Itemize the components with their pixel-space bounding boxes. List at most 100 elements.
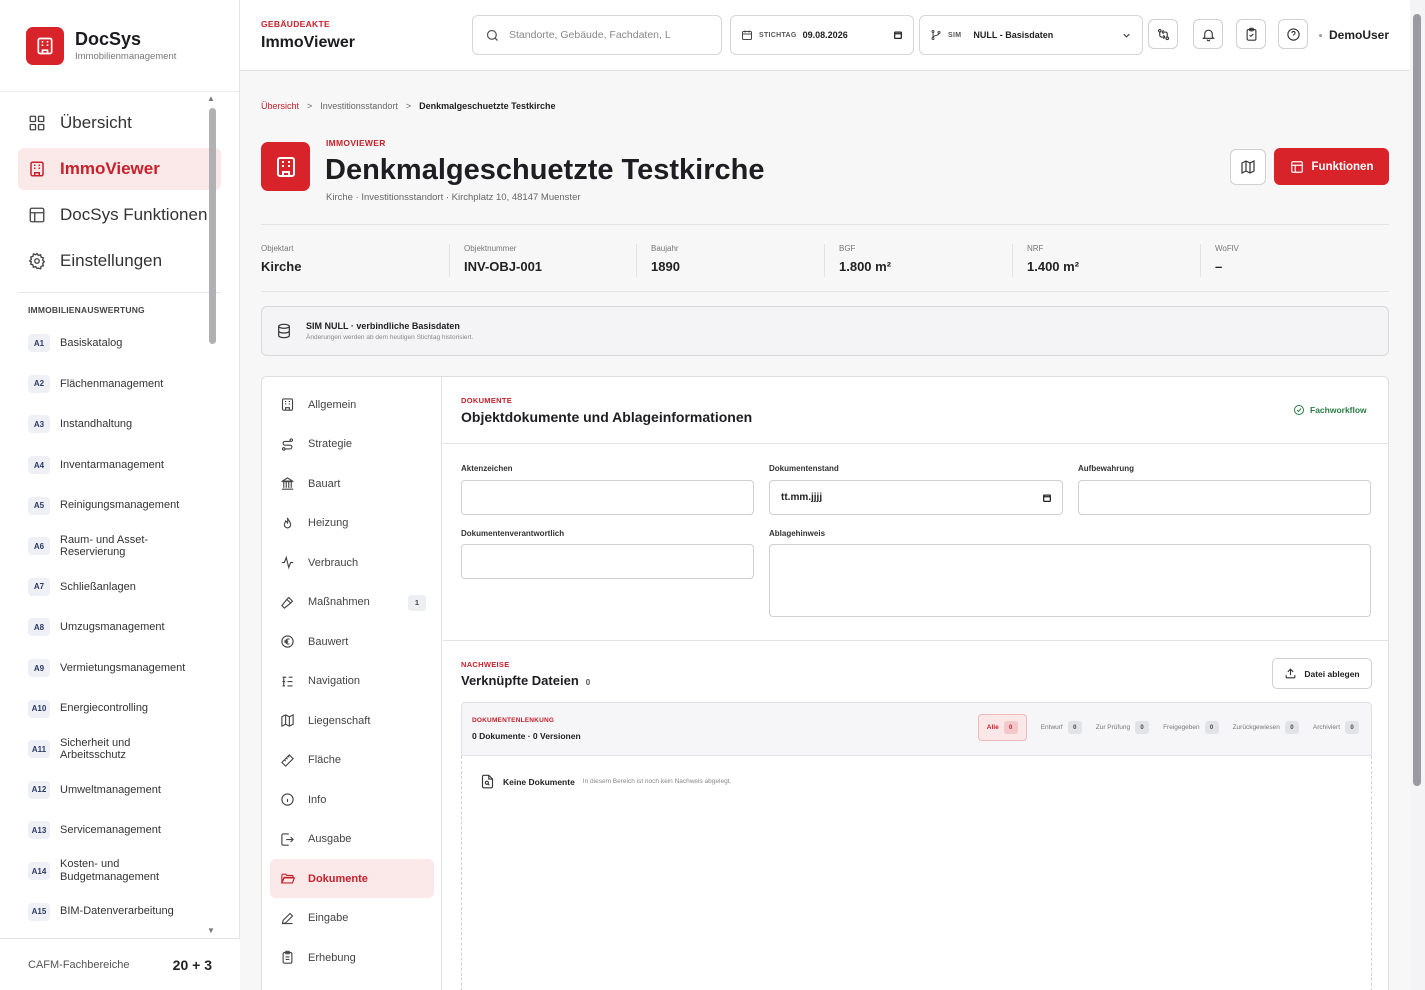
chevron-right-icon: > (405, 101, 412, 111)
tab-heizung[interactable]: Heizung (270, 504, 434, 543)
module-code-badge: A8 (28, 618, 50, 637)
module-item-a4[interactable]: A4 Inventarmanagement (28, 445, 239, 486)
file-drop-zone[interactable]: Keine Dokumente In diesem Bereich ist no… (461, 756, 1372, 990)
module-item-a10[interactable]: A10 Energiecontrolling (28, 688, 239, 729)
filter-freigegeben[interactable]: Freigegeben 0 (1163, 714, 1219, 741)
module-code-badge: A11 (28, 740, 50, 759)
breadcrumb-item[interactable]: Investitionsstandort (320, 101, 398, 111)
filter-archiviert[interactable]: Archiviert 0 (1313, 714, 1359, 741)
module-code-badge: A9 (28, 659, 50, 678)
tab-allgemein[interactable]: Allgemein (270, 385, 434, 424)
stichtag-picker[interactable]: STICHTAG 09.08.2026 (730, 15, 914, 55)
tab-navigation[interactable]: Navigation (270, 662, 434, 701)
sim-label: SIM (948, 31, 962, 39)
filter-zur-pruefung[interactable]: Zur Prüfung 0 (1096, 714, 1150, 741)
notice-subtitle: Änderungen werden ab dem heutigen Sticht… (306, 334, 474, 341)
module-item-a8[interactable]: A8 Umzugsmanagement (28, 607, 239, 648)
documents-title: Objektdokumente und Ablageinformationen (461, 409, 753, 425)
app-window: DocSys Immobilienmanagement Übersicht Im… (0, 0, 1425, 990)
tab-bauart[interactable]: Bauart (270, 464, 434, 503)
module-item-a12[interactable]: A12 Umweltmanagement (28, 770, 239, 811)
nav-item-uebersicht[interactable]: Übersicht (18, 102, 221, 144)
module-label: Raum- und Asset-Reservierung (60, 533, 149, 559)
filter-label: Freigegeben (1163, 724, 1200, 731)
flame-icon (283, 517, 292, 528)
filter-count: 0 (1345, 721, 1359, 734)
map-button[interactable] (1230, 149, 1266, 185)
brand[interactable]: DocSys Immobilienmanagement (0, 0, 239, 92)
nav-item-einstellungen[interactable]: Einstellungen (18, 240, 221, 282)
verantwortlich-field[interactable] (461, 544, 754, 579)
page-scrollbar[interactable] (1413, 14, 1421, 786)
nav-item-immoviewer[interactable]: ImmoViewer (18, 148, 221, 190)
help-button[interactable] (1278, 19, 1308, 49)
divider (449, 244, 450, 277)
module-item-a14[interactable]: A14 Kosten- und Budgetmanagement (28, 851, 239, 892)
filter-count: 0 (1003, 721, 1018, 734)
tab-ausgabe[interactable]: Ausgabe (270, 820, 434, 859)
upload-file-button[interactable]: Datei ablegen (1272, 658, 1372, 689)
module-item-a6[interactable]: A6 Raum- und Asset-Reservierung (28, 526, 239, 567)
workflow-link[interactable]: Fachworkflow (1293, 404, 1367, 416)
filter-zurueckgewiesen[interactable]: Zurückgewiesen 0 (1233, 714, 1299, 741)
calendar-picker-icon[interactable] (1042, 493, 1052, 503)
module-item-a2[interactable]: A2 Flächenmanagement (28, 364, 239, 405)
building-icon (281, 398, 294, 411)
brand-name: DocSys (75, 29, 142, 49)
calendar-picker-icon[interactable] (893, 30, 903, 40)
check-circle-icon (1294, 405, 1304, 415)
user-menu[interactable]: DemoUser (1319, 28, 1389, 42)
files-title: Verknüpfte Dateien (461, 673, 579, 688)
topbar-title: ImmoViewer (261, 34, 355, 51)
tab-liegenschaft[interactable]: Liegenschaft (270, 701, 434, 740)
tasks-button[interactable] (1236, 19, 1266, 49)
module-item-a11[interactable]: A11 Sicherheit und Arbeitsschutz (28, 729, 239, 770)
tab-erhebung[interactable]: Erhebung (270, 938, 434, 977)
functions-button[interactable]: Funktionen (1274, 148, 1389, 185)
aufbewahrung-field[interactable] (1078, 480, 1371, 515)
scroll-up-icon[interactable]: ▲ (207, 94, 215, 103)
module-code-badge: A3 (28, 415, 50, 434)
stat-value: Kirche (261, 259, 302, 274)
tab-verbrauch[interactable]: Verbrauch (270, 543, 434, 582)
notifications-button[interactable] (1193, 19, 1223, 49)
ablagehinweis-field[interactable] (769, 544, 1371, 617)
module-item-a7[interactable]: A7 Schließanlagen (28, 567, 239, 608)
breadcrumb-item[interactable]: Übersicht (261, 101, 299, 111)
module-item-a9[interactable]: A9 Vermietungsmanagement (28, 648, 239, 689)
compare-icon (1157, 28, 1169, 40)
tab-strategie[interactable]: Strategie (270, 425, 434, 464)
module-item-a1[interactable]: A1 Basiskatalog (28, 323, 239, 364)
filter-entwurf[interactable]: Entwurf 0 (1041, 714, 1082, 741)
sim-select[interactable]: SIM NULL - Basisdaten (919, 15, 1143, 55)
tab-label: Strategie (308, 438, 353, 450)
tab-label: Erhebung (308, 951, 356, 964)
tab-massnahmen[interactable]: Maßnahmen 1 (270, 583, 434, 622)
search-input[interactable] (509, 29, 709, 41)
tab-dokumente[interactable]: Dokumente (270, 859, 434, 898)
tab-info[interactable]: Info (270, 780, 434, 819)
filter-count: 0 (1135, 721, 1150, 734)
search-box[interactable] (472, 15, 722, 55)
pencil-icon (281, 912, 294, 924)
module-item-a5[interactable]: A5 Reinigungsmanagement (28, 485, 239, 526)
file-search-icon (481, 774, 494, 789)
dokumentenstand-field[interactable]: tt.mm.jjjj (769, 480, 1063, 515)
tab-eingabe[interactable]: Eingabe (270, 899, 434, 938)
tab-fl-che[interactable]: Fläche (270, 741, 434, 780)
compare-button[interactable] (1148, 19, 1178, 49)
nav-item-docsys-funktionen[interactable]: DocSys Funktionen (18, 194, 221, 236)
stichtag-label: STICHTAG (759, 31, 797, 39)
help-icon (1286, 27, 1300, 41)
aktenzeichen-field[interactable] (461, 480, 754, 515)
scroll-down-icon[interactable]: ▼ (207, 926, 215, 935)
module-item-a13[interactable]: A13 Servicemanagement (28, 810, 239, 851)
module-label: Flächenmanagement (60, 377, 164, 390)
tab-bauwert[interactable]: Bauwert (270, 622, 434, 661)
divider (261, 224, 1389, 225)
filter-alle[interactable]: Alle 0 (977, 714, 1027, 741)
count-badge: 1 (408, 594, 426, 611)
module-item-a3[interactable]: A3 Instandhaltung (28, 404, 239, 445)
sidebar-scrollbar[interactable] (209, 108, 216, 344)
ruler-icon (281, 753, 294, 767)
